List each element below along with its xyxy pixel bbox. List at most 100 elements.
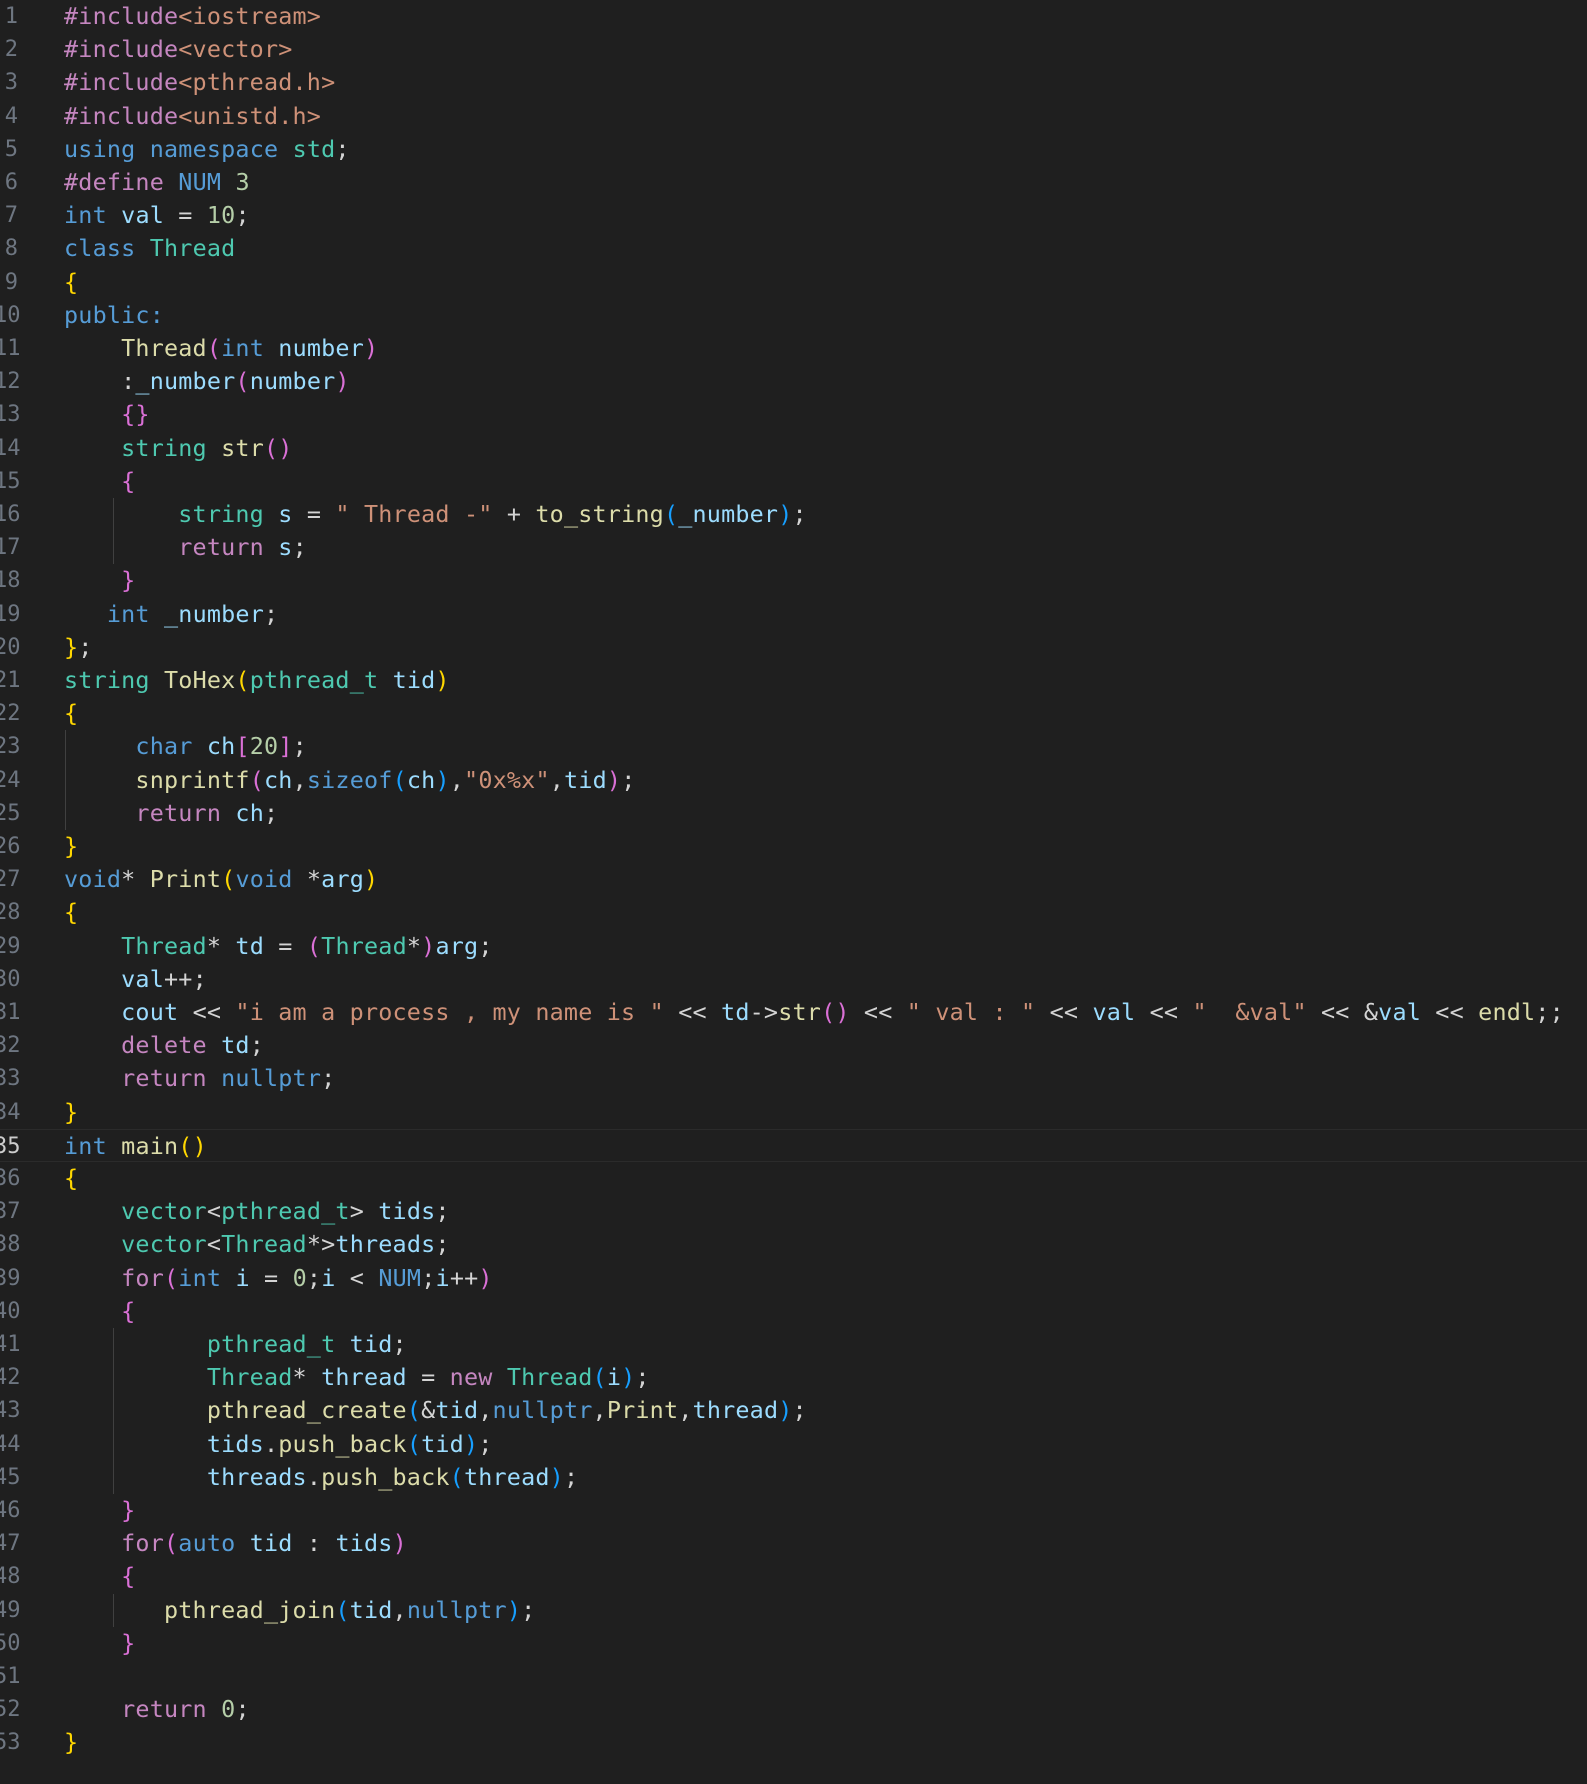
code-line[interactable]: 32 delete td;	[0, 1029, 1587, 1062]
code-line[interactable]: 43 pthread_create(&tid,nullptr,Print,thr…	[0, 1394, 1587, 1427]
code-token: Thread	[221, 1230, 307, 1259]
code-token: ;	[292, 533, 307, 562]
code-token: ;	[264, 798, 279, 827]
code-token: push_back	[321, 1462, 450, 1491]
code-token: arg	[435, 931, 479, 960]
code-line[interactable]: 21 string ToHex(pthread_t tid)	[0, 664, 1587, 697]
code-line[interactable]: 6 #define NUM 3	[0, 166, 1587, 199]
code-line[interactable]: 40 {	[0, 1295, 1587, 1328]
code-token: (	[235, 367, 250, 396]
code-token: )	[778, 500, 793, 528]
line-text: }	[64, 1494, 135, 1527]
code-line[interactable]: 22 {	[0, 697, 1587, 730]
line-text: int _number;	[64, 598, 278, 631]
code-line[interactable]: 48 {	[0, 1560, 1587, 1593]
code-line[interactable]: 3 #include<pthread.h>	[0, 66, 1587, 99]
code-line[interactable]: 47 for(auto tid : tids)	[0, 1527, 1587, 1560]
code-token: ()	[821, 998, 850, 1026]
code-token: char	[135, 732, 193, 761]
line-number: 45	[0, 1464, 21, 1490]
code-line[interactable]: 11 Thread(int number)	[0, 332, 1587, 365]
code-line[interactable]: 13 {}	[0, 398, 1587, 431]
code-line[interactable]: 39 for(int i = 0;i < NUM;i++)	[0, 1262, 1587, 1295]
code-line[interactable]: 4 #include<unistd.h>	[0, 100, 1587, 133]
code-line[interactable]: 10 public:	[0, 299, 1587, 332]
code-line[interactable]: 51	[0, 1660, 1587, 1693]
code-line[interactable]: 20};	[0, 631, 1587, 664]
code-line[interactable]: 45 threads.push_back(thread);	[0, 1461, 1587, 1494]
code-line[interactable]: 8 class Thread	[0, 232, 1587, 265]
code-token: number	[249, 367, 336, 396]
code-line[interactable]: 34}	[0, 1096, 1587, 1129]
code-line[interactable]: 16 string s = " Thread -" + to_string(_n…	[0, 498, 1587, 531]
code-line[interactable]: 29 Thread* td = (Thread*)arg;	[0, 930, 1587, 963]
code-line[interactable]: 19 int _number;	[0, 598, 1587, 631]
code-line[interactable]: 7 int val = 10;	[0, 199, 1587, 232]
code-editor[interactable]: 1 #include<iostream> 2 #include<vector> 3 #in…	[0, 0, 1587, 1784]
code-line[interactable]: 12 :_number(number)	[0, 365, 1587, 398]
line-text: using namespace std;	[64, 133, 350, 166]
code-token: for	[121, 1263, 164, 1292]
code-token: ()	[178, 1131, 207, 1160]
code-token: *	[292, 1363, 322, 1392]
code-line[interactable]: 26}	[0, 830, 1587, 863]
code-line[interactable]: 53}	[0, 1726, 1587, 1759]
code-line[interactable]: 27 void* Print(void *arg)	[0, 863, 1587, 896]
code-line[interactable]: 2 #include<vector>	[0, 33, 1587, 66]
code-token: }	[64, 1097, 79, 1126]
code-line[interactable]: 41 pthread_t tid;	[0, 1328, 1587, 1361]
code-token: tid	[349, 1595, 393, 1624]
code-line[interactable]: 15 {	[0, 465, 1587, 498]
code-line[interactable]: 33 return nullptr;	[0, 1062, 1587, 1095]
code-line[interactable]: 36 {	[0, 1162, 1587, 1195]
code-line[interactable]: 5 using namespace std;	[0, 133, 1587, 166]
code-token: new	[449, 1363, 493, 1392]
code-line[interactable]: 14 string str()	[0, 432, 1587, 465]
code-line[interactable]: 17 return s;	[0, 531, 1587, 564]
code-line[interactable]: 18 }	[0, 564, 1587, 597]
code-token: Print	[149, 865, 222, 894]
code-token: public:	[64, 300, 164, 329]
code-line[interactable]: 38 vector<Thread*>threads;	[0, 1228, 1587, 1261]
code-token: auto	[178, 1529, 236, 1558]
code-line[interactable]: 1 #include<iostream>	[0, 0, 1587, 33]
line-number: 21	[0, 668, 21, 693]
code-token: tid	[349, 1330, 393, 1358]
code-token: )	[435, 666, 450, 694]
code-line[interactable]: 49 pthread_join(tid,nullptr);	[0, 1594, 1587, 1627]
code-token: <<	[849, 998, 907, 1026]
code-token: )	[506, 1595, 522, 1624]
code-line[interactable]: 52 return 0;	[0, 1693, 1587, 1726]
code-line[interactable]: 25 return ch;	[0, 797, 1587, 830]
code-token: string	[64, 666, 150, 694]
code-line[interactable]: 50 }	[0, 1627, 1587, 1660]
code-token: val	[121, 201, 165, 230]
code-token: tid	[564, 765, 607, 794]
code-line[interactable]: 30 val++;	[0, 963, 1587, 996]
code-line[interactable]: 31 cout << "i am a process , my name is …	[0, 996, 1587, 1029]
line-text: string str()	[64, 432, 293, 465]
code-token: arg	[321, 865, 365, 894]
code-line[interactable]: 28 {	[0, 896, 1587, 929]
line-text: #include<unistd.h>	[64, 100, 321, 133]
line-text: }	[64, 1726, 78, 1759]
code-line[interactable]: 42 Thread* thread = new Thread(i);	[0, 1361, 1587, 1394]
code-line[interactable]: 44 tids.push_back(tid);	[0, 1428, 1587, 1461]
code-line[interactable]: 46 }	[0, 1494, 1587, 1527]
code-token: ,	[449, 765, 465, 794]
code-line[interactable]: 35 int main()	[0, 1128, 1587, 1162]
code-line[interactable]: 23 char ch[20];	[0, 730, 1587, 763]
line-number: 16	[0, 502, 21, 527]
code-line[interactable]: 24 snprintf(ch,sizeof(ch),"0x%x",tid);	[0, 764, 1587, 797]
code-token: )	[478, 1263, 493, 1292]
code-line[interactable]: 9{	[0, 266, 1587, 299]
code-line[interactable]: 37 vector<pthread_t> tids;	[0, 1195, 1587, 1228]
